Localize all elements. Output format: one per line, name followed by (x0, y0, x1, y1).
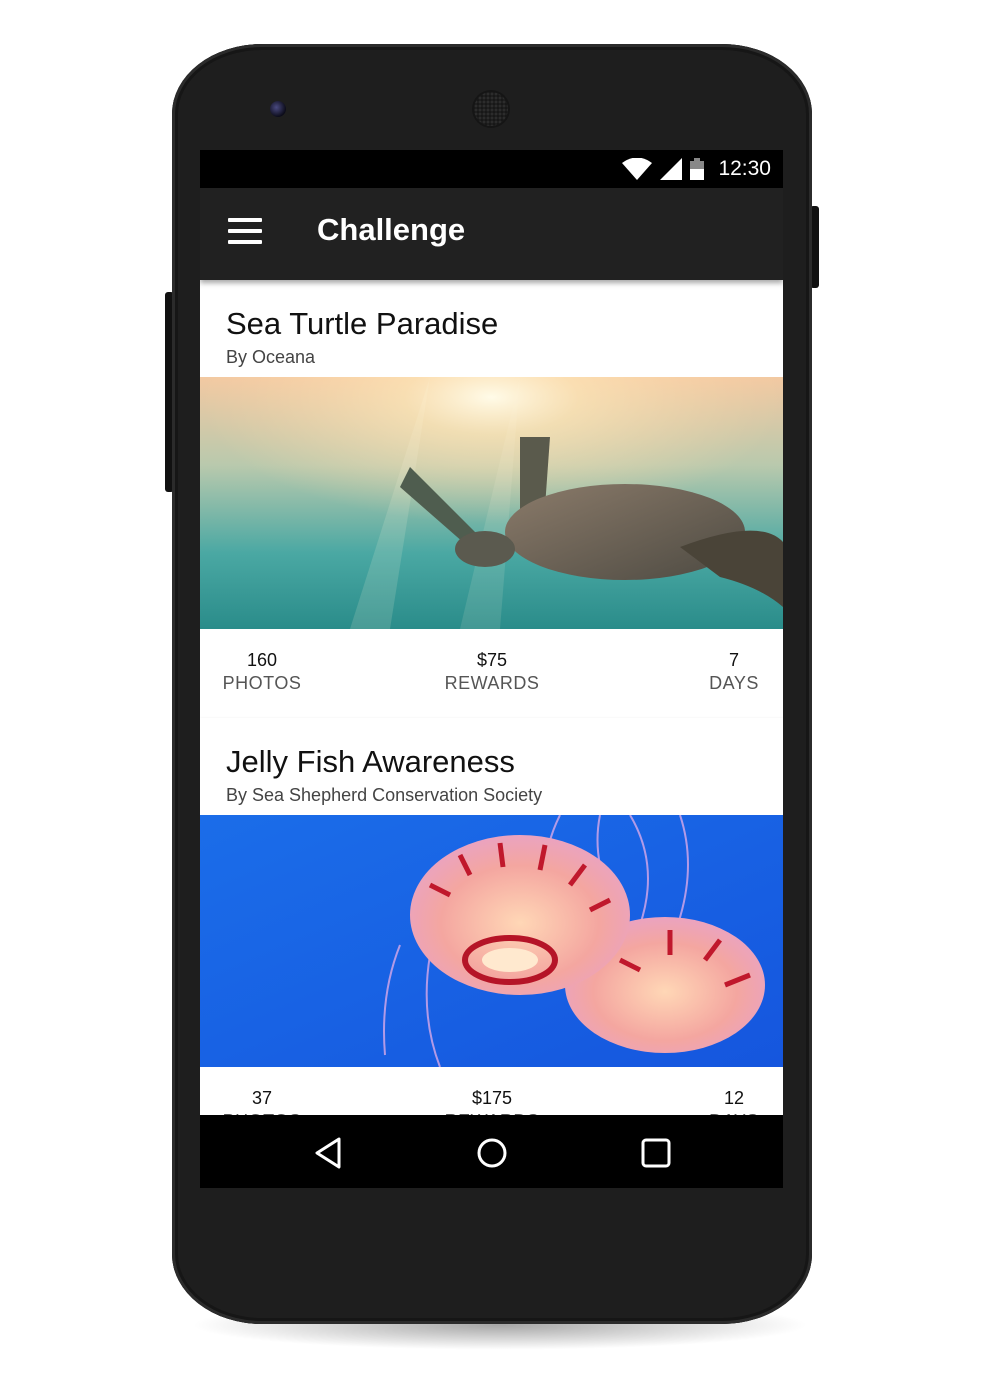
hamburger-menu-icon[interactable] (228, 218, 262, 248)
challenge-title: Jelly Fish Awareness (226, 744, 515, 779)
challenge-card[interactable]: Sea Turtle Paradise By Oceana 160 PHOTOS… (200, 280, 783, 718)
stat-value: 160 (246, 650, 278, 670)
challenge-author: By Oceana (226, 347, 316, 367)
home-icon[interactable] (472, 1133, 512, 1173)
challenge-stats: 160 PHOTOS $75 REWARDS 7 DAYS (200, 648, 783, 708)
jellyfish-image (200, 815, 783, 1067)
page-title: Challenge (317, 212, 466, 247)
cell-signal-icon (660, 158, 683, 180)
status-bar: 12:30 (200, 150, 783, 188)
app-bar: Challenge (200, 188, 783, 280)
challenge-card[interactable]: Jelly Fish Awareness By Sea Shepherd Con… (200, 718, 783, 1156)
front-camera (270, 101, 286, 117)
battery-icon (690, 158, 705, 180)
stat-value: 7 (728, 650, 739, 670)
stat-value: 12 (723, 1088, 745, 1108)
earpiece-speaker (474, 92, 508, 126)
stat-value: $175 (471, 1088, 513, 1108)
stat-days: 7 DAYS (698, 648, 770, 694)
stat-value: 37 (251, 1088, 273, 1108)
screen: 12:30 Challenge Sea Turtle Paradise By O… (200, 150, 783, 1188)
challenge-image[interactable] (200, 815, 783, 1067)
challenge-feed[interactable]: Sea Turtle Paradise By Oceana 160 PHOTOS… (200, 280, 783, 1156)
stat-label: DAYS (709, 673, 759, 693)
challenge-author: By Sea Shepherd Conservation Society (226, 785, 543, 805)
wifi-icon (622, 158, 653, 180)
sea-turtle-image (200, 377, 783, 629)
recents-icon[interactable] (636, 1133, 676, 1173)
stat-rewards: $75 REWARDS (442, 648, 542, 694)
stat-label: REWARDS (444, 673, 540, 693)
stat-label: PHOTOS (222, 673, 302, 693)
back-icon[interactable] (309, 1133, 349, 1173)
status-time: 12:30 (718, 157, 771, 180)
challenge-image[interactable] (200, 377, 783, 629)
navigation-bar (200, 1115, 783, 1188)
challenge-title: Sea Turtle Paradise (226, 306, 499, 341)
stat-value: $75 (476, 650, 508, 670)
stat-photos: 160 PHOTOS (222, 648, 302, 694)
